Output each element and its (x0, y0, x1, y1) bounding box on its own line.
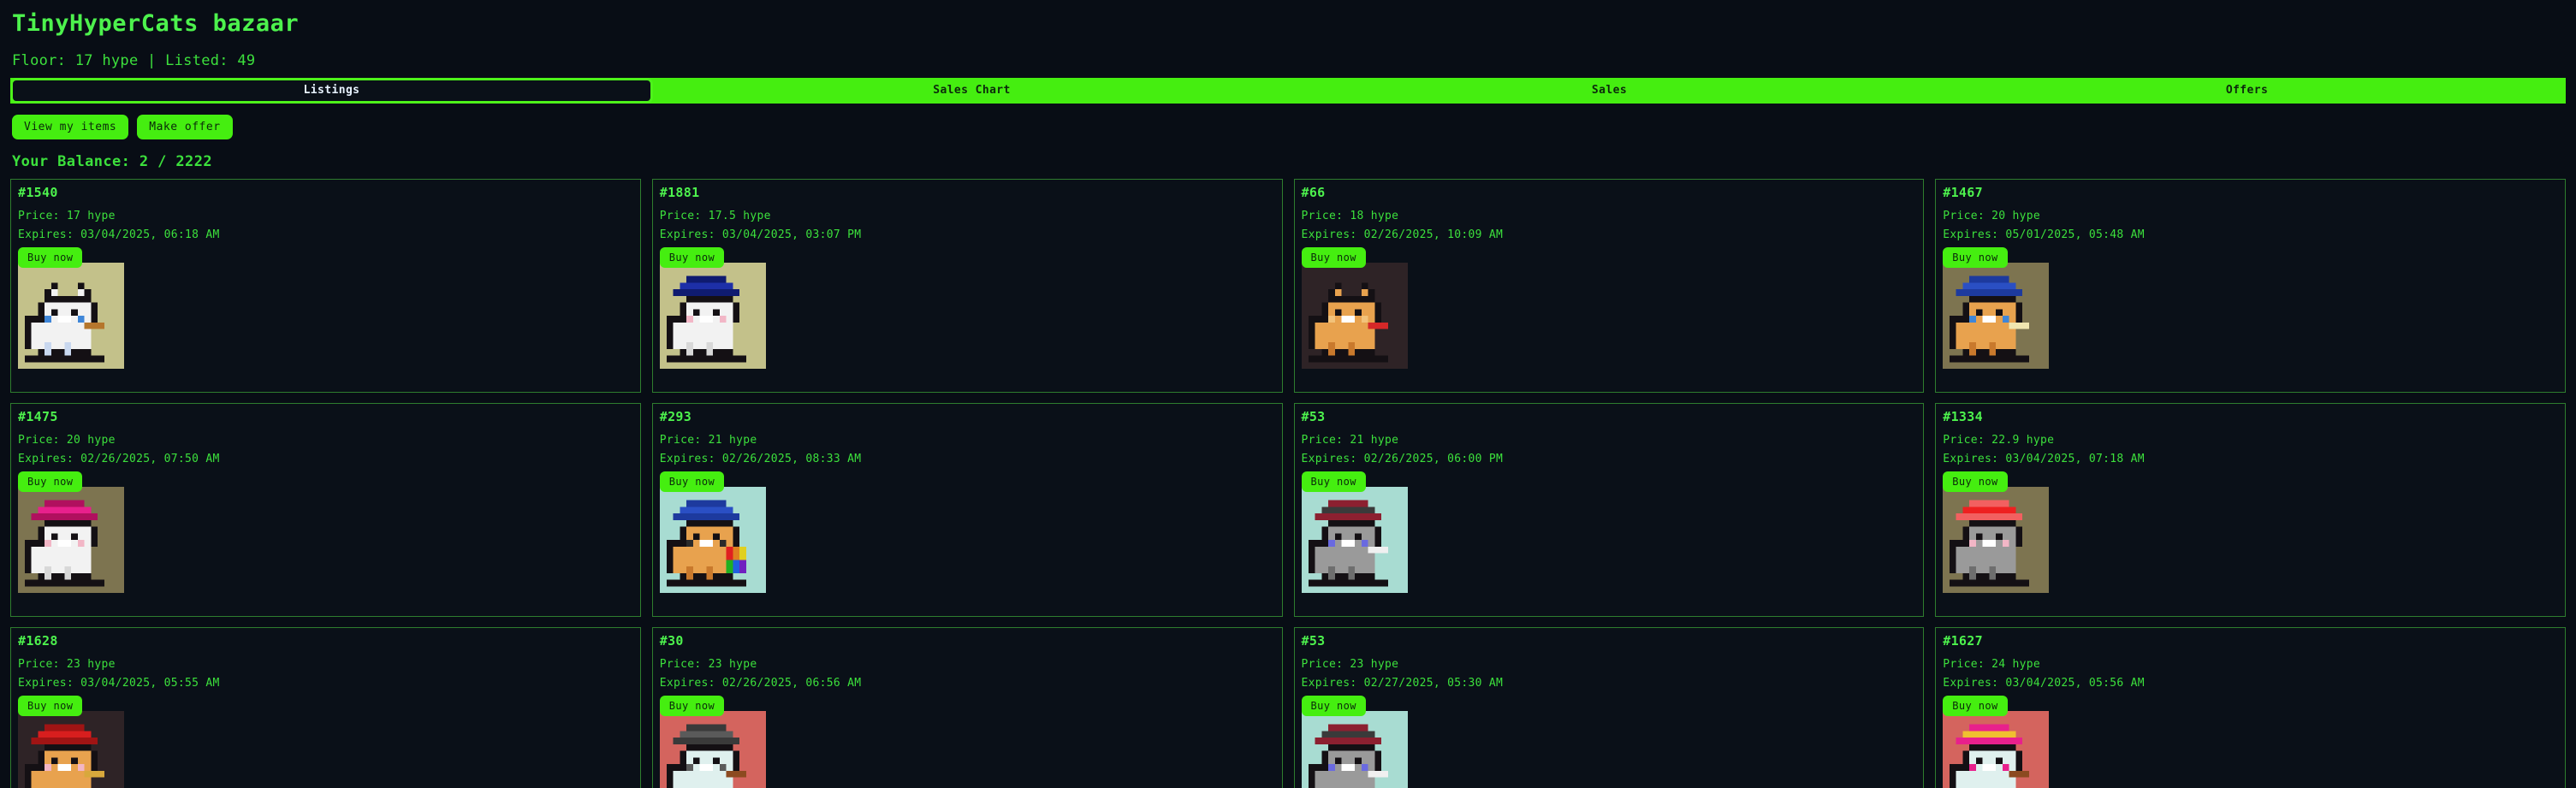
listings-grid: #1540 Price: 17 hype Expires: 03/04/2025, … (10, 178, 2566, 788)
listing-id: #293 (659, 408, 692, 424)
buy-now-button[interactable]: Buy now (18, 247, 83, 269)
listing-expires: Expires: 02/26/2025, 07:50 AM (18, 453, 220, 466)
listing-expires: Expires: 02/27/2025, 05:30 AM (1301, 677, 1504, 690)
make-offer-button[interactable]: Make offer (137, 114, 233, 139)
balance-label: Your Balance: 2 / 2222 (12, 152, 212, 170)
listing-expires: Expires: 03/04/2025, 06:18 AM (18, 228, 220, 242)
listing-card[interactable]: #1540 Price: 17 hype Expires: 03/04/2025, … (10, 178, 641, 393)
listing-id: #1881 (659, 184, 700, 200)
listing-card[interactable]: #1627 Price: 24 hype Expires: 03/04/2025, … (1935, 626, 2566, 788)
cat-thumbnail-orange-cat-red-glasses-cigarette (1301, 262, 1408, 369)
bazaar-page: TinyHyperCats bazaar Floor: 17 hype | Li… (0, 0, 2576, 788)
listing-expires: Expires: 02/26/2025, 06:00 PM (1301, 453, 1504, 466)
listing-expires: Expires: 03/04/2025, 03:07 PM (659, 228, 862, 242)
listing-price: Price: 24 hype (1943, 658, 2041, 672)
listing-price: Price: 18 hype (1301, 210, 1399, 223)
listing-expires: Expires: 02/26/2025, 06:56 AM (659, 677, 862, 690)
page-title: TinyHyperCats bazaar (12, 10, 300, 37)
buy-now-button[interactable]: Buy now (1943, 696, 2008, 717)
listing-card[interactable]: #1628 Price: 23 hype Expires: 03/04/2025, … (10, 626, 641, 788)
cat-thumbnail-grey-cat-pirate-hat-cigarette (1301, 486, 1408, 593)
listing-id: #53 (1301, 408, 1326, 424)
cat-thumbnail-white-cat-with-blue-drips (18, 262, 124, 369)
cat-thumbnail-white-cat-grey-hat-pipe (659, 710, 766, 788)
listing-id: #1627 (1943, 632, 1983, 649)
buy-now-button[interactable]: Buy now (1943, 471, 2008, 493)
cat-thumbnail-white-cat-blue-cap (659, 262, 766, 369)
listing-expires: Expires: 02/26/2025, 08:33 AM (659, 453, 862, 466)
listing-card[interactable]: #30 Price: 23 hype Expires: 02/26/2025, 06… (651, 626, 1283, 788)
tab-bar: Listings Sales Chart Sales Offers (10, 77, 2566, 104)
listing-expires: Expires: 03/04/2025, 07:18 AM (1943, 453, 2145, 466)
listing-id: #53 (1301, 632, 1326, 649)
listing-card[interactable]: #53 Price: 23 hype Expires: 02/27/2025, 05… (1293, 626, 1925, 788)
listing-expires: Expires: 03/04/2025, 05:55 AM (18, 677, 220, 690)
listing-price: Price: 20 hype (18, 434, 116, 447)
listing-card[interactable]: #1475 Price: 20 hype Expires: 02/26/2025, … (10, 402, 641, 617)
listing-price: Price: 23 hype (18, 658, 116, 672)
listing-id: #1334 (1943, 408, 1983, 424)
listing-price: Price: 21 hype (659, 434, 757, 447)
listing-id: #30 (659, 632, 684, 649)
listing-id: #1540 (18, 184, 58, 200)
buy-now-button[interactable]: Buy now (659, 471, 725, 493)
listing-id: #1467 (1943, 184, 1983, 200)
listing-id: #1628 (18, 632, 58, 649)
buy-now-button[interactable]: Buy now (1943, 247, 2008, 269)
cat-thumbnail-white-cat-pink-bow (18, 486, 124, 593)
listing-card[interactable]: #1334 Price: 22.9 hype Expires: 03/04/2025… (1935, 402, 2566, 617)
cat-thumbnail-white-cat-rainbow-visor-pipe (1943, 710, 2050, 788)
buy-now-button[interactable]: Buy now (659, 696, 725, 717)
buy-now-button[interactable]: Buy now (659, 247, 725, 269)
cat-thumbnail-grey-cat-pirate-hat-cigarette (1301, 710, 1408, 788)
listing-id: #66 (1301, 184, 1326, 200)
tab-sales-chart[interactable]: Sales Chart (653, 77, 1291, 104)
buy-now-button[interactable]: Buy now (1301, 696, 1366, 717)
buy-now-button[interactable]: Buy now (18, 471, 83, 493)
floor-stats: Floor: 17 hype | Listed: 49 (12, 51, 256, 69)
listing-price: Price: 23 hype (659, 658, 757, 672)
listing-price: Price: 17.5 hype (659, 210, 771, 223)
listing-price: Price: 17 hype (18, 210, 116, 223)
listing-card[interactable]: #1881 Price: 17.5 hype Expires: 03/04/2025… (651, 178, 1283, 393)
tab-listings[interactable]: Listings (10, 77, 653, 104)
listing-id: #1475 (18, 408, 58, 424)
buy-now-button[interactable]: Buy now (1301, 471, 1366, 493)
cat-thumbnail-grey-cat-red-hair (1943, 486, 2050, 593)
listing-expires: Expires: 03/04/2025, 05:56 AM (1943, 677, 2145, 690)
listing-price: Price: 23 hype (1301, 658, 1399, 672)
listing-card[interactable]: #53 Price: 21 hype Expires: 02/26/2025, 06… (1293, 402, 1925, 617)
listing-price: Price: 21 hype (1301, 434, 1399, 447)
listing-card[interactable]: #66 Price: 18 hype Expires: 02/26/2025, 10… (1293, 178, 1925, 393)
listing-card[interactable]: #1467 Price: 20 hype Expires: 05/01/2025, … (1935, 178, 2566, 393)
action-button-row: View my items Make offer (12, 114, 2566, 139)
listing-expires: Expires: 02/26/2025, 10:09 AM (1301, 228, 1504, 242)
listing-price: Price: 20 hype (1943, 210, 2041, 223)
listing-price: Price: 22.9 hype (1943, 434, 2055, 447)
view-my-items-button[interactable]: View my items (12, 114, 129, 139)
buy-now-button[interactable]: Buy now (18, 696, 83, 717)
listing-card[interactable]: #293 Price: 21 hype Expires: 02/26/2025, 0… (651, 402, 1283, 617)
cat-thumbnail-tabby-cat-blue-hair-drips (1943, 262, 2050, 369)
listing-expires: Expires: 05/01/2025, 05:48 AM (1943, 228, 2145, 242)
buy-now-button[interactable]: Buy now (1301, 247, 1366, 269)
cat-thumbnail-orange-cat-red-cap-pitchfork (18, 710, 124, 788)
tab-offers[interactable]: Offers (1928, 77, 2566, 104)
tab-sales[interactable]: Sales (1291, 77, 1928, 104)
cat-thumbnail-tabby-cat-blue-hat-rainbow (659, 486, 766, 593)
